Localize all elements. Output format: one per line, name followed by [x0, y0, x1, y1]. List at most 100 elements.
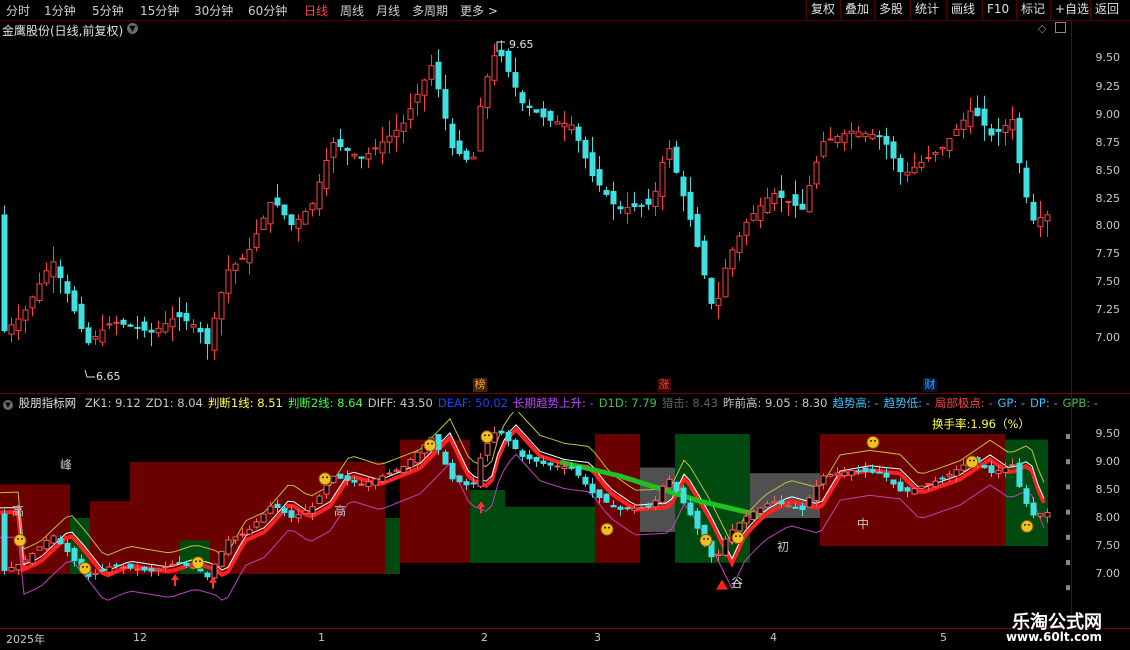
indicator-candle — [722, 535, 729, 557]
candle — [414, 83, 421, 117]
candle — [953, 123, 960, 136]
indicator-chart[interactable] — [0, 412, 1071, 628]
indicator-dropdown-icon[interactable]: ▼ — [3, 400, 13, 410]
indicator-value-7: D1D: 7.79 — [598, 396, 657, 410]
candle — [456, 129, 463, 157]
candle — [260, 215, 267, 231]
candle — [939, 146, 946, 156]
candle — [974, 95, 981, 117]
draw-line-button[interactable]: 画线 — [946, 0, 979, 19]
period-tab-multi[interactable]: 多周期 — [412, 2, 448, 19]
candle — [176, 297, 183, 332]
event-badge-cai[interactable]: 财 — [923, 378, 937, 392]
candle — [848, 122, 855, 150]
candle — [463, 148, 470, 163]
candle — [526, 99, 533, 117]
candle — [890, 135, 897, 171]
indicator-value-9: 昨前高: 9.05 : 8.30 — [723, 396, 828, 410]
event-badge-bang[interactable]: 榜 — [473, 378, 487, 392]
candle — [330, 136, 337, 173]
smiley-icon — [731, 531, 745, 545]
multi-stock-button[interactable]: 多股 — [874, 0, 907, 19]
zone-label-valley: 谷 — [731, 576, 744, 590]
candle — [351, 153, 358, 160]
candle — [785, 200, 792, 217]
candle — [1037, 200, 1044, 238]
candle — [568, 115, 575, 135]
candle — [631, 191, 638, 212]
period-tab-daily[interactable]: 日线 — [304, 2, 328, 19]
candle — [225, 255, 232, 304]
smiley-icon — [600, 522, 614, 536]
candle — [841, 129, 848, 151]
candle — [218, 291, 225, 336]
smiley-icon — [318, 472, 332, 486]
candle — [981, 95, 988, 141]
indicator-value-0: ZK1: 9.12 — [84, 396, 141, 410]
candle — [64, 274, 71, 303]
candlestick-chart[interactable] — [0, 20, 1071, 392]
back-button[interactable]: 返回 — [1090, 0, 1123, 19]
buy-arrow-icon — [209, 576, 217, 589]
candle — [834, 134, 841, 148]
candle — [652, 181, 659, 216]
candle — [603, 187, 610, 197]
candle — [932, 150, 939, 162]
axis-tick — [1066, 459, 1070, 465]
indicator-candle — [582, 474, 589, 487]
candle — [400, 114, 407, 144]
smiley-icon — [866, 435, 880, 449]
candle — [372, 139, 379, 156]
period-tab-monthly[interactable]: 月线 — [376, 2, 400, 19]
period-tab-1min[interactable]: 1分钟 — [44, 2, 76, 19]
candle — [673, 140, 680, 174]
candle — [799, 188, 806, 210]
axis-tick — [1066, 560, 1070, 565]
candle — [533, 109, 540, 114]
period-tab-60min[interactable]: 60分钟 — [248, 2, 287, 19]
candle — [323, 147, 330, 197]
candle — [904, 161, 911, 183]
low-arrow — [84, 369, 95, 378]
buy-arrow-icon — [171, 574, 179, 586]
fuquan-button[interactable]: 复权 — [806, 0, 839, 19]
candle — [659, 155, 666, 211]
candle — [36, 272, 43, 304]
add-watchlist-button[interactable]: +自选 — [1050, 0, 1093, 19]
candle — [78, 296, 85, 333]
candle — [722, 259, 729, 298]
candle — [288, 213, 295, 231]
candle — [806, 175, 813, 213]
smiley-icon — [480, 430, 494, 444]
period-tab-more[interactable]: 更多 > — [460, 2, 498, 19]
candle — [869, 129, 876, 141]
period-tab-15min[interactable]: 15分钟 — [140, 2, 179, 19]
candle — [470, 151, 477, 160]
indicator-candle — [29, 552, 36, 566]
event-badge-zhang[interactable]: 涨 — [657, 378, 671, 392]
candle — [281, 204, 288, 220]
candle — [666, 139, 673, 169]
indicator-name[interactable]: 股朋指标网 — [19, 396, 77, 410]
candle — [239, 253, 246, 260]
candle — [358, 156, 365, 169]
candle — [267, 201, 274, 233]
candle — [498, 40, 505, 63]
mark-button[interactable]: 标记 — [1016, 0, 1049, 19]
indicator-value-5: DEAF: 50.02 — [437, 396, 508, 410]
period-tab-5min[interactable]: 5分钟 — [92, 2, 124, 19]
stats-button[interactable]: 统计 — [910, 0, 943, 19]
period-tab-weekly[interactable]: 周线 — [340, 2, 364, 19]
period-tab-fenshi[interactable]: 分时 — [6, 2, 30, 19]
candle — [99, 314, 106, 347]
zone-label-mid: 中 — [857, 517, 870, 531]
candle — [22, 305, 29, 334]
candle — [701, 235, 708, 280]
candle — [428, 54, 435, 86]
overlay-button[interactable]: 叠加 — [840, 0, 873, 19]
candle — [610, 181, 617, 221]
zone-label-initial: 初 — [777, 540, 790, 554]
candle — [743, 218, 750, 245]
period-tab-30min[interactable]: 30分钟 — [194, 2, 233, 19]
f10-button[interactable]: F10 — [982, 0, 1013, 19]
